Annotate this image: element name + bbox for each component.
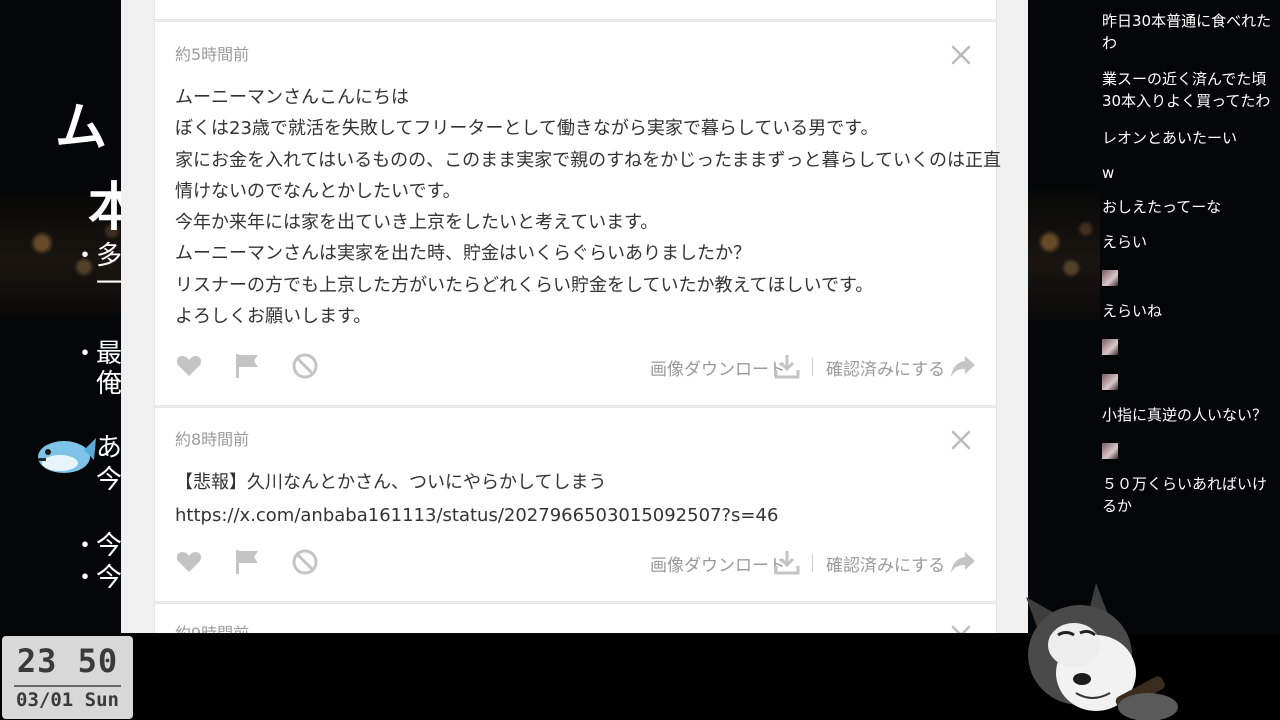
message-body: ムーニーマンさんこんにちは ぼくは23歳で就活を失敗してフリーターとして働きなが…: [175, 82, 1001, 332]
message-panel[interactable]: 約5時間前 ムーニーマンさんこんにちは ぼくは23歳で就活を失敗してフリーターと…: [121, 0, 1028, 633]
chat-avatar: [1102, 443, 1118, 459]
chat-message: おしえたってーな: [1102, 198, 1222, 216]
fish-icon: [38, 438, 96, 473]
message-time: 約9時間前: [175, 620, 249, 633]
flag-icon[interactable]: [233, 548, 261, 576]
slide-bullet-mark: ・: [72, 241, 99, 271]
download-icon[interactable]: [773, 352, 801, 380]
slide-bullet-text: 今: [96, 465, 123, 495]
share-arrow-icon[interactable]: [949, 352, 977, 380]
close-icon[interactable]: [950, 44, 972, 66]
clock-divider: [14, 685, 121, 687]
message-line: ムーニーマンさんは実家を出た時、貯金はいくらぐらいありましたか？: [175, 243, 751, 265]
message-actions: 画像ダウンロード 確認済みにする: [155, 352, 998, 392]
heart-icon[interactable]: [175, 548, 203, 576]
clock-date: 03/01 Sun: [16, 689, 119, 711]
message-line: 【悲報】久川なんとかさん、ついにやらかしてしまう: [175, 472, 607, 493]
message-time: 約5時間前: [175, 45, 250, 64]
clock-time: 23 50: [16, 642, 119, 680]
night-city-image-right: [1028, 190, 1100, 320]
chat-message: 業スーの近く済んでた頃30本入りよく買ってたわ: [1102, 70, 1271, 110]
chat-message: 昨日30本普通に食べれたわ: [1102, 12, 1272, 52]
message-line: リスナーの方でも上京した方がいたらどれくらい貯金をしていたか教えてほしいです。: [175, 274, 874, 296]
action-divider: [812, 554, 813, 572]
slide-bullet-mark: ・: [72, 339, 99, 369]
message-card: 約9時間前: [154, 603, 997, 633]
share-arrow-icon[interactable]: [949, 548, 977, 576]
close-icon[interactable]: [950, 624, 972, 633]
download-image-button[interactable]: 画像ダウンロード: [650, 551, 786, 576]
chat-message: w: [1102, 164, 1115, 182]
close-icon[interactable]: [950, 429, 972, 451]
message-line: ぼくは23歳で就活を失敗してフリーターとして働きながら実家で暮らしている男です。: [175, 118, 879, 140]
block-icon[interactable]: [291, 548, 319, 576]
message-line: 情けないのでなんとかしたいです。: [175, 180, 461, 202]
message-card-previous: [154, 0, 997, 20]
chat-avatar: [1102, 339, 1118, 355]
slide-title: ム: [55, 98, 108, 158]
action-divider: [812, 358, 813, 376]
flag-icon[interactable]: [233, 352, 261, 380]
chat-avatar: [1102, 374, 1118, 390]
slide-bullet-mark: ・: [72, 563, 99, 593]
message-card: 約5時間前 ムーニーマンさんこんにちは ぼくは23歳で就活を失敗してフリーターと…: [154, 21, 1001, 406]
block-icon[interactable]: [291, 352, 319, 380]
slide-bullet-text: 今: [96, 563, 123, 593]
message-line: ムーニーマンさんこんにちは: [175, 87, 409, 108]
dog-mascot-image: [1026, 583, 1178, 720]
slide-bullet-text: 今: [96, 531, 123, 561]
chat-avatar: [1102, 270, 1118, 286]
message-link[interactable]: https://x.com/anbaba161113/status/202796…: [175, 499, 778, 532]
mark-confirmed-button[interactable]: 確認済みにする: [826, 551, 945, 576]
message-body: 【悲報】久川なんとかさん、ついにやらかしてしまう https://x.com/a…: [175, 466, 778, 532]
message-time: 約8時間前: [175, 430, 250, 449]
slide-bullet-mark: ・: [72, 531, 99, 561]
message-card: 約8時間前 【悲報】久川なんとかさん、ついにやらかしてしまう https://x…: [154, 407, 997, 602]
chat-message: えらい: [1102, 233, 1148, 251]
download-icon[interactable]: [773, 548, 801, 576]
message-actions: 画像ダウンロード 確認済みにする: [155, 548, 998, 588]
slide-bullet-text: 一: [96, 269, 123, 299]
chat-message: えらいね: [1102, 302, 1163, 320]
message-line: 家にお金を入れてはいるものの、このまま実家で親のすねをかじったままずっと暮らして…: [175, 149, 1002, 171]
chat-message: ５０万くらいあればいけるか: [1102, 475, 1268, 515]
stream-screen: ム 本 ・ 多 一 ・ 最 俺 あ 今 ・ 今 ・ 今 約5時間前 ムーニーマン…: [0, 0, 1280, 720]
chat-message: レオンとあいたーい: [1102, 129, 1238, 147]
heart-icon[interactable]: [175, 352, 203, 380]
chat-message: 小指に真逆の人いない？: [1102, 406, 1268, 424]
clock-widget: 23 50 03/01 Sun: [2, 636, 133, 719]
message-line: 今年か来年には家を出ていき上京をしたいと考えています。: [175, 212, 659, 234]
slide-bullet-text: あ: [96, 433, 123, 463]
slide-bullet-text: 最: [96, 339, 123, 369]
download-image-button[interactable]: 画像ダウンロード: [650, 355, 786, 380]
mark-confirmed-button[interactable]: 確認済みにする: [826, 355, 945, 380]
slide-bullet-text: 俺: [96, 369, 123, 399]
message-line: よろしくお願いします。: [175, 306, 372, 328]
